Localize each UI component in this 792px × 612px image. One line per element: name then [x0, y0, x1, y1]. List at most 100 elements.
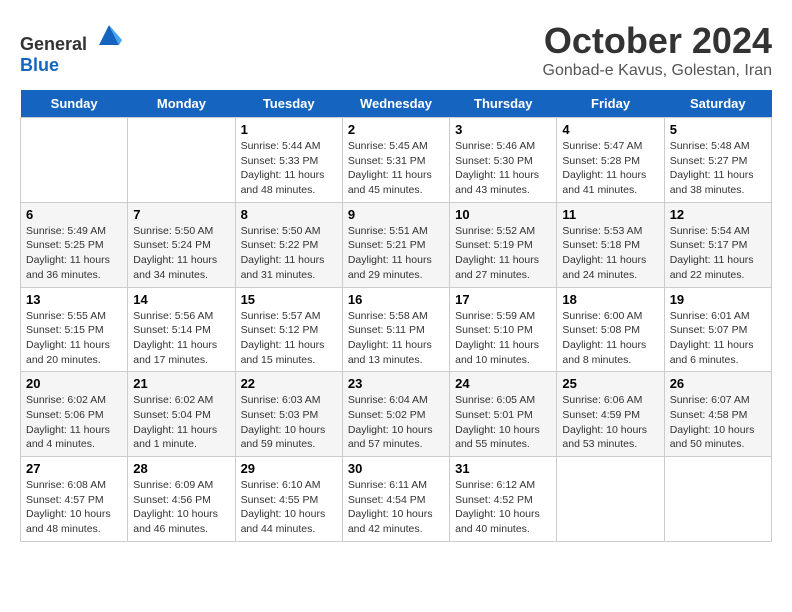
calendar-week-row: 13 Sunrise: 5:55 AMSunset: 5:15 PMDayligh… — [21, 287, 772, 372]
day-number: 8 — [241, 207, 337, 222]
calendar-cell: 1 Sunrise: 5:44 AMSunset: 5:33 PMDaylight… — [235, 118, 342, 203]
day-detail: Sunrise: 5:45 AMSunset: 5:31 PMDaylight:… — [348, 139, 444, 198]
day-detail: Sunrise: 5:46 AMSunset: 5:30 PMDaylight:… — [455, 139, 551, 198]
calendar-cell: 10 Sunrise: 5:52 AMSunset: 5:19 PMDayligh… — [450, 202, 557, 287]
day-number: 24 — [455, 376, 551, 391]
calendar-cell — [664, 457, 771, 542]
day-number: 10 — [455, 207, 551, 222]
day-detail: Sunrise: 6:08 AMSunset: 4:57 PMDaylight:… — [26, 478, 122, 537]
day-number: 12 — [670, 207, 766, 222]
day-number: 5 — [670, 122, 766, 137]
calendar-cell: 27 Sunrise: 6:08 AMSunset: 4:57 PMDayligh… — [21, 457, 128, 542]
day-number: 14 — [133, 292, 229, 307]
calendar-cell: 9 Sunrise: 5:51 AMSunset: 5:21 PMDaylight… — [342, 202, 449, 287]
calendar-week-row: 27 Sunrise: 6:08 AMSunset: 4:57 PMDayligh… — [21, 457, 772, 542]
day-detail: Sunrise: 6:03 AMSunset: 5:03 PMDaylight:… — [241, 393, 337, 452]
day-detail: Sunrise: 5:49 AMSunset: 5:25 PMDaylight:… — [26, 224, 122, 283]
logo-text: General Blue — [20, 20, 124, 76]
calendar-week-row: 6Sunrise: 5:49 AMSunset: 5:25 PMDaylight… — [21, 202, 772, 287]
calendar-cell: 15 Sunrise: 5:57 AMSunset: 5:12 PMDayligh… — [235, 287, 342, 372]
day-detail: Sunrise: 5:56 AMSunset: 5:14 PMDaylight:… — [133, 309, 229, 368]
calendar-cell: 14 Sunrise: 5:56 AMSunset: 5:14 PMDayligh… — [128, 287, 235, 372]
day-detail: Sunrise: 5:54 AMSunset: 5:17 PMDaylight:… — [670, 224, 766, 283]
calendar-week-row: 1 Sunrise: 5:44 AMSunset: 5:33 PMDaylight… — [21, 118, 772, 203]
day-detail: Sunrise: 5:59 AMSunset: 5:10 PMDaylight:… — [455, 309, 551, 368]
day-number: 9 — [348, 207, 444, 222]
day-number: 31 — [455, 461, 551, 476]
day-number: 11 — [562, 207, 658, 222]
calendar-cell: 30Sunrise: 6:11 AMSunset: 4:54 PMDayligh… — [342, 457, 449, 542]
calendar-cell: 25 Sunrise: 6:06 AMSunset: 4:59 PMDayligh… — [557, 372, 664, 457]
day-number: 19 — [670, 292, 766, 307]
day-number: 26 — [670, 376, 766, 391]
day-detail: Sunrise: 6:10 AMSunset: 4:55 PMDaylight:… — [241, 478, 337, 537]
calendar-cell: 11 Sunrise: 5:53 AMSunset: 5:18 PMDayligh… — [557, 202, 664, 287]
logo-icon — [94, 20, 124, 50]
day-detail: Sunrise: 6:11 AMSunset: 4:54 PMDaylight:… — [348, 478, 444, 537]
day-number: 2 — [348, 122, 444, 137]
calendar-week-row: 20 Sunrise: 6:02 AMSunset: 5:06 PMDayligh… — [21, 372, 772, 457]
day-detail: Sunrise: 5:53 AMSunset: 5:18 PMDaylight:… — [562, 224, 658, 283]
day-header-thursday: Thursday — [450, 90, 557, 118]
day-detail: Sunrise: 6:02 AMSunset: 5:06 PMDaylight:… — [26, 393, 122, 452]
logo-general: General — [20, 34, 87, 54]
day-number: 7 — [133, 207, 229, 222]
calendar-cell: 7 Sunrise: 5:50 AMSunset: 5:24 PMDaylight… — [128, 202, 235, 287]
day-detail: Sunrise: 6:02 AMSunset: 5:04 PMDaylight:… — [133, 393, 229, 452]
calendar-cell — [128, 118, 235, 203]
day-detail: Sunrise: 6:01 AMSunset: 5:07 PMDaylight:… — [670, 309, 766, 368]
day-number: 13 — [26, 292, 122, 307]
day-number: 27 — [26, 461, 122, 476]
month-title: October 2024 — [543, 20, 772, 62]
day-number: 18 — [562, 292, 658, 307]
calendar-cell: 17Sunrise: 5:59 AMSunset: 5:10 PMDayligh… — [450, 287, 557, 372]
calendar-cell: 20 Sunrise: 6:02 AMSunset: 5:06 PMDayligh… — [21, 372, 128, 457]
logo: General Blue — [20, 20, 124, 76]
day-number: 20 — [26, 376, 122, 391]
location-title: Gonbad-e Kavus, Golestan, Iran — [543, 62, 772, 80]
day-number: 22 — [241, 376, 337, 391]
day-number: 1 — [241, 122, 337, 137]
calendar-cell: 18 Sunrise: 6:00 AMSunset: 5:08 PMDayligh… — [557, 287, 664, 372]
day-number: 23 — [348, 376, 444, 391]
day-detail: Sunrise: 5:50 AMSunset: 5:24 PMDaylight:… — [133, 224, 229, 283]
calendar-cell: 19 Sunrise: 6:01 AMSunset: 5:07 PMDayligh… — [664, 287, 771, 372]
calendar-cell — [21, 118, 128, 203]
day-header-sunday: Sunday — [21, 90, 128, 118]
day-detail: Sunrise: 5:57 AMSunset: 5:12 PMDaylight:… — [241, 309, 337, 368]
day-detail: Sunrise: 5:48 AMSunset: 5:27 PMDaylight:… — [670, 139, 766, 198]
day-detail: Sunrise: 6:12 AMSunset: 4:52 PMDaylight:… — [455, 478, 551, 537]
day-header-wednesday: Wednesday — [342, 90, 449, 118]
day-number: 3 — [455, 122, 551, 137]
day-number: 15 — [241, 292, 337, 307]
calendar-cell: 12 Sunrise: 5:54 AMSunset: 5:17 PMDayligh… — [664, 202, 771, 287]
calendar-cell: 21 Sunrise: 6:02 AMSunset: 5:04 PMDayligh… — [128, 372, 235, 457]
calendar-cell: 22 Sunrise: 6:03 AMSunset: 5:03 PMDayligh… — [235, 372, 342, 457]
day-number: 29 — [241, 461, 337, 476]
day-detail: Sunrise: 6:05 AMSunset: 5:01 PMDaylight:… — [455, 393, 551, 452]
day-detail: Sunrise: 5:44 AMSunset: 5:33 PMDaylight:… — [241, 139, 337, 198]
calendar-cell: 24 Sunrise: 6:05 AMSunset: 5:01 PMDayligh… — [450, 372, 557, 457]
calendar-cell: 5 Sunrise: 5:48 AMSunset: 5:27 PMDaylight… — [664, 118, 771, 203]
calendar-cell: 16 Sunrise: 5:58 AMSunset: 5:11 PMDayligh… — [342, 287, 449, 372]
calendar-cell: 23Sunrise: 6:04 AMSunset: 5:02 PMDayligh… — [342, 372, 449, 457]
day-number: 25 — [562, 376, 658, 391]
calendar-cell: 3 Sunrise: 5:46 AMSunset: 5:30 PMDaylight… — [450, 118, 557, 203]
calendar-cell: 29 Sunrise: 6:10 AMSunset: 4:55 PMDayligh… — [235, 457, 342, 542]
day-detail: Sunrise: 6:06 AMSunset: 4:59 PMDaylight:… — [562, 393, 658, 452]
day-detail: Sunrise: 5:50 AMSunset: 5:22 PMDaylight:… — [241, 224, 337, 283]
calendar-cell — [557, 457, 664, 542]
day-detail: Sunrise: 5:51 AMSunset: 5:21 PMDaylight:… — [348, 224, 444, 283]
calendar-cell: 8 Sunrise: 5:50 AMSunset: 5:22 PMDaylight… — [235, 202, 342, 287]
day-detail: Sunrise: 5:55 AMSunset: 5:15 PMDaylight:… — [26, 309, 122, 368]
day-number: 16 — [348, 292, 444, 307]
day-detail: Sunrise: 5:58 AMSunset: 5:11 PMDaylight:… — [348, 309, 444, 368]
day-detail: Sunrise: 6:00 AMSunset: 5:08 PMDaylight:… — [562, 309, 658, 368]
day-detail: Sunrise: 5:52 AMSunset: 5:19 PMDaylight:… — [455, 224, 551, 283]
day-header-friday: Friday — [557, 90, 664, 118]
title-area: October 2024 Gonbad-e Kavus, Golestan, I… — [543, 20, 772, 80]
calendar-table: SundayMondayTuesdayWednesdayThursdayFrid… — [20, 90, 772, 542]
calendar-cell: 13 Sunrise: 5:55 AMSunset: 5:15 PMDayligh… — [21, 287, 128, 372]
day-number: 21 — [133, 376, 229, 391]
logo-blue: Blue — [20, 55, 59, 75]
